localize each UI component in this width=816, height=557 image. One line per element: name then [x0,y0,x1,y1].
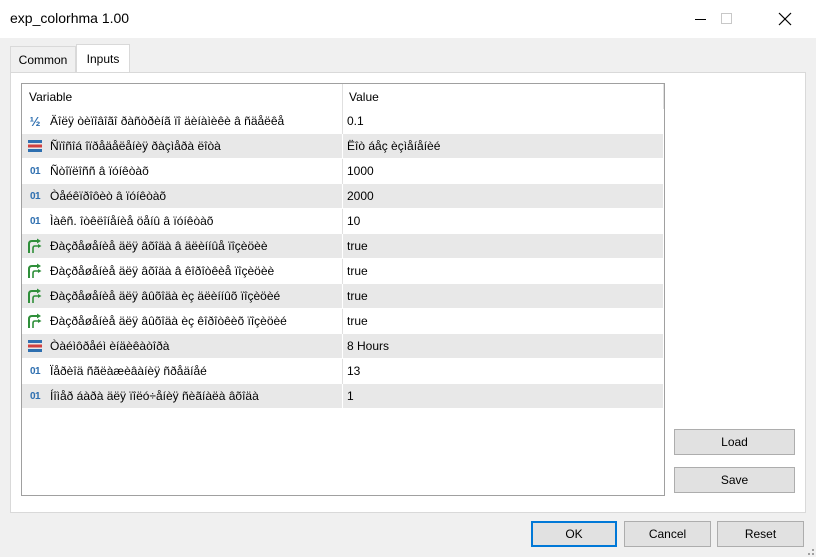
parameter-value[interactable]: 1 [347,384,354,409]
table-row[interactable]: 01 Ïåðèîä ñãëàæèâàíèÿ ñðåäíåé 13 [22,359,663,384]
maximize-icon [721,13,732,24]
parameter-value[interactable]: 8 Hours [347,334,389,359]
cell-divider [342,209,343,234]
grid-rows: ½ Äîëÿ òèïîâîãî ðàñòðèíã ïî äèíàìèêè â ñä… [22,109,663,409]
table-row[interactable]: 01 Ñòîïëîññ â ïóíêòàõ 1000 [22,159,663,184]
maximize-button[interactable] [704,0,750,38]
cell-divider [342,184,343,209]
table-row[interactable]: Ðàçðåøåíèå äëÿ âõîäà â êîðîòêèå ïîçèöèè t… [22,259,663,284]
parameter-name: Íîìåð áàðà äëÿ ïîëó÷åíèÿ ñèãíàëà âõîäà [50,389,259,403]
fraction-icon: ½ [29,113,41,129]
column-header-variable[interactable]: Variable [22,84,342,109]
reset-button[interactable]: Reset [717,521,804,547]
parameter-name: Ïåðèîä ñãëàæèâàíèÿ ñðåäíåé [50,364,207,378]
cell-divider [342,259,343,284]
parameter-value[interactable]: Ëîò áåç èçìåíåíèé [347,134,440,159]
grid-header: Variable Value [22,84,664,109]
parameter-value[interactable]: 2000 [347,184,374,209]
integer-icon: 01 [29,165,41,177]
parameter-name: Ñïîñîá îïðåäåëåíèÿ ðàçìåðà ëîòà [50,139,221,153]
table-row[interactable]: Ðàçðåøåíèå äëÿ âûõîäà èç äëèííûõ ïîçèöèé… [22,284,663,309]
table-row[interactable]: Ðàçðåøåíèå äëÿ âûõîäà èç êîðîòêèõ ïîçèöè… [22,309,663,334]
enum-icon [27,338,43,354]
table-row[interactable]: 01 Òåéêïðîôèò â ïóíêòàõ 2000 [22,184,663,209]
bool-icon [27,288,43,304]
column-header-value[interactable]: Value [342,84,663,109]
parameter-name: Ìàêñ. îòêëîíåíèå öåíû â ïóíêòàõ [50,214,214,228]
cell-divider [342,134,343,159]
table-row[interactable]: 01 Ìàêñ. îòêëîíåíèå öåíû â ïóíêòàõ 10 [22,209,663,234]
parameter-name: Òåéêïðîôèò â ïóíêòàõ [50,189,167,203]
parameter-value[interactable]: 0.1 [347,109,364,134]
parameter-name: Ðàçðåøåíèå äëÿ âûõîäà èç êîðîòêèõ ïîçèöè… [50,314,287,328]
cancel-button[interactable]: Cancel [624,521,711,547]
parameter-value[interactable]: 1000 [347,159,374,184]
parameter-value[interactable]: 13 [347,359,360,384]
bool-icon [27,313,43,329]
parameter-name: Ðàçðåøåíèå äëÿ âûõîäà èç äëèííûõ ïîçèöèé [50,289,281,303]
load-button[interactable]: Load [674,429,795,455]
parameter-value[interactable]: true [347,284,368,309]
cell-divider [342,284,343,309]
header-end-line [663,84,664,109]
table-row[interactable]: ½ Äîëÿ òèïîâîãî ðàñòðèíã ïî äèíàìèêè â ñä… [22,109,663,134]
save-button[interactable]: Save [674,467,795,493]
close-button[interactable] [762,0,808,38]
integer-icon: 01 [29,215,41,227]
bool-icon [27,263,43,279]
tab-common[interactable]: Common [10,46,76,72]
window-title: exp_colorhma 1.00 [10,10,130,26]
table-row[interactable]: 01 Íîìåð áàðà äëÿ ïîëó÷åíèÿ ñèãíàëà âõîäà… [22,384,663,409]
title-bar: exp_colorhma 1.00 [0,0,816,38]
integer-icon: 01 [29,365,41,377]
tab-inputs[interactable]: Inputs [76,44,130,72]
table-row[interactable]: Òàéìôðåéì èíäèêàòîðà 8 Hours [22,334,663,359]
parameter-value[interactable]: true [347,309,368,334]
parameter-name: Òàéìôðåéì èíäèêàòîðà [50,339,170,353]
enum-icon [27,138,43,154]
table-row[interactable]: Ðàçðåøåíèå äëÿ âõîäà â äëèííûå ïîçèöèè tr… [22,234,663,259]
cell-divider [342,359,343,384]
close-icon [778,12,792,26]
parameter-name: Ðàçðåøåíèå äëÿ âõîäà â êîðîòêèå ïîçèöèè [50,264,275,278]
parameter-value[interactable]: 10 [347,209,360,234]
parameter-value[interactable]: true [347,259,368,284]
parameter-name: Ñòîïëîññ â ïóíêòàõ [50,164,149,178]
cell-divider [342,334,343,359]
parameter-value[interactable]: true [347,234,368,259]
parameter-name: Ðàçðåøåíèå äëÿ âõîäà â äëèííûå ïîçèöèè [50,239,268,253]
parameter-name: Äîëÿ òèïîâîãî ðàñòðèíã ïî äèíàìèêè â ñäå… [50,114,285,128]
resize-grip-icon[interactable] [804,545,814,555]
integer-icon: 01 [29,390,41,402]
cell-divider [342,384,343,409]
cell-divider [342,109,343,134]
cell-divider [342,234,343,259]
cell-divider [342,159,343,184]
cell-divider [342,309,343,334]
integer-icon: 01 [29,190,41,202]
table-row[interactable]: Ñïîñîá îïðåäåëåíèÿ ðàçìåðà ëîòà Ëîò áåç è… [22,134,663,159]
ok-button[interactable]: OK [531,521,617,547]
parameters-grid: Variable Value ½ Äîëÿ òèïîâîãî ðàñòðèíã ï… [21,83,665,496]
bool-icon [27,238,43,254]
